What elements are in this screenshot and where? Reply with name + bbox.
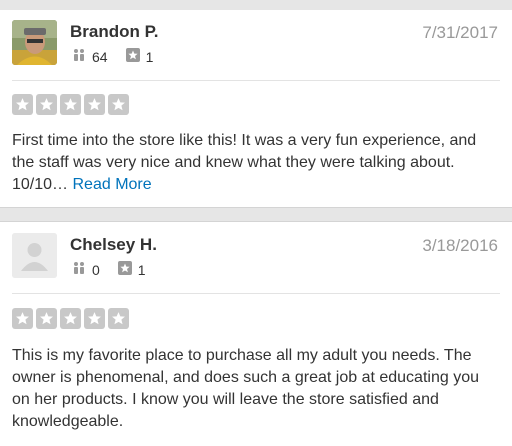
- star-icon: [84, 308, 105, 329]
- divider: [12, 80, 500, 81]
- star-icon: [12, 94, 33, 115]
- review-card: Chelsey H. 3/18/2016 0 1 This is my favo…: [0, 221, 512, 446]
- review-count: 1: [137, 261, 146, 278]
- friends-icon: [72, 48, 86, 65]
- star-icon: [60, 94, 81, 115]
- review-text: This is my favorite place to purchase al…: [12, 345, 498, 433]
- review-text: First time into the store like this! It …: [12, 130, 498, 196]
- star-icon: [84, 94, 105, 115]
- reviewer-stats: 0 1: [72, 261, 164, 278]
- star-icon: [108, 94, 129, 115]
- star-icon: [36, 94, 57, 115]
- reviewer-name[interactable]: Chelsey H.: [70, 235, 157, 255]
- star-icon: [12, 308, 33, 329]
- review-count: 1: [145, 48, 154, 65]
- star-icon: [60, 308, 81, 329]
- reviewer-name[interactable]: Brandon P.: [70, 22, 158, 42]
- friends-icon: [72, 261, 86, 278]
- divider: [12, 293, 500, 294]
- star-rating: [12, 308, 132, 329]
- friends-count: 0: [92, 261, 100, 278]
- default-avatar-icon[interactable]: [12, 233, 57, 278]
- friends-count: 64: [92, 48, 108, 65]
- user-avatar-photo[interactable]: [12, 20, 57, 65]
- review-body: This is my favorite place to purchase al…: [12, 347, 479, 430]
- review-card: Brandon P. 7/31/2017 64 1 First time int…: [0, 10, 512, 208]
- review-star-icon: [117, 261, 132, 278]
- star-icon: [36, 308, 57, 329]
- review-date: 3/18/2016: [422, 236, 498, 255]
- read-more-link[interactable]: Read More: [73, 176, 152, 193]
- star-icon: [108, 308, 129, 329]
- star-rating: [12, 94, 132, 115]
- review-star-icon: [125, 48, 140, 65]
- review-date: 7/31/2017: [422, 23, 498, 42]
- reviewer-stats: 64 1: [72, 48, 171, 65]
